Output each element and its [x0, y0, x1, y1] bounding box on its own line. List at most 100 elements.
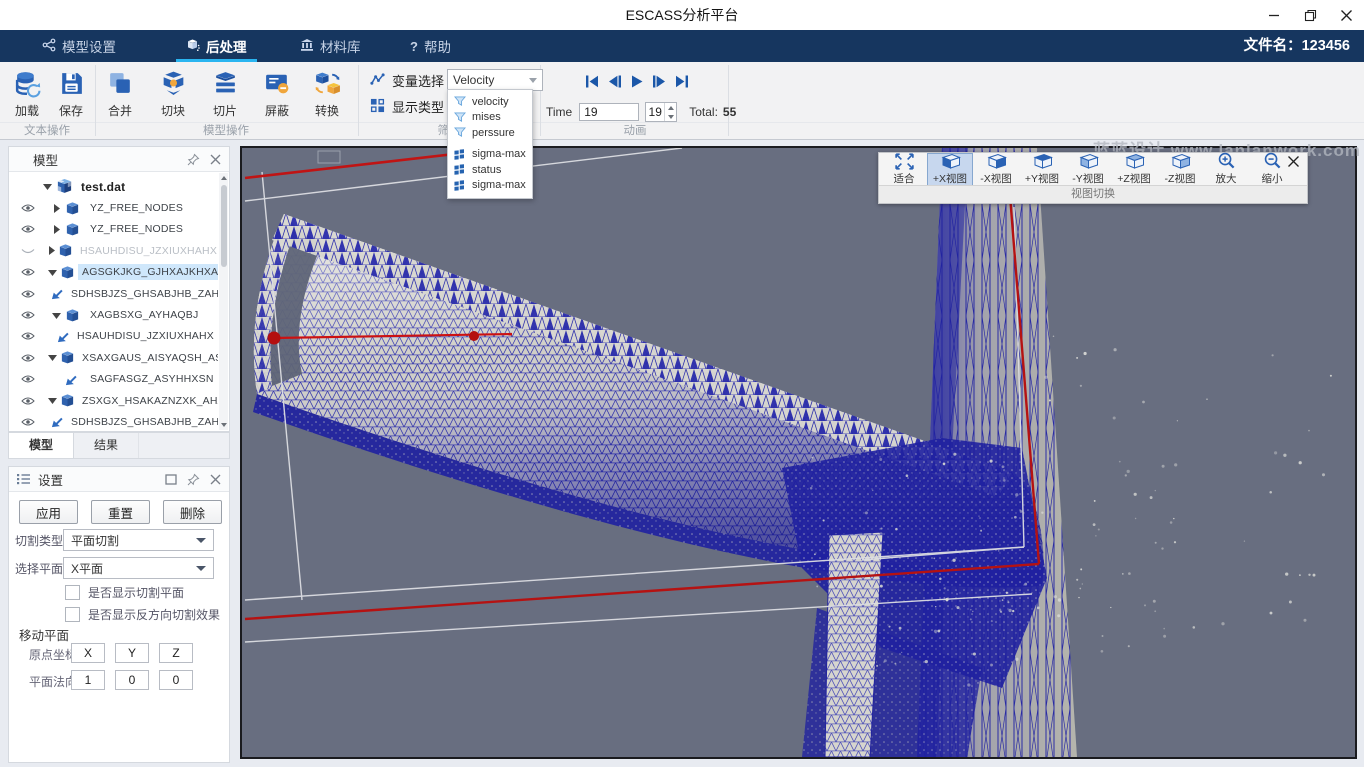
display-type-button[interactable]: 显示类型 — [370, 97, 444, 116]
slice-button[interactable]: 切片 — [202, 68, 248, 119]
variable-select-button[interactable]: 变量选择 — [370, 71, 444, 90]
eye-icon[interactable] — [21, 331, 35, 341]
eye-icon[interactable] — [21, 310, 37, 320]
maximize-icon[interactable] — [165, 474, 177, 485]
origin-y-input[interactable] — [115, 643, 149, 663]
eye-icon[interactable] — [21, 396, 35, 406]
variable-combo[interactable]: Velocity — [447, 69, 543, 91]
close-icon[interactable] — [210, 474, 221, 485]
frame-stepper[interactable]: 19 — [645, 102, 677, 122]
scroll-thumb[interactable] — [221, 185, 227, 267]
tree-row[interactable]: SAGFASGZ_ASYHHXSN — [9, 369, 218, 390]
close-icon[interactable] — [1338, 7, 1354, 23]
eye-icon[interactable] — [21, 203, 37, 213]
eye-icon[interactable] — [21, 374, 37, 384]
show-cut-plane-checkbox[interactable] — [65, 585, 80, 600]
nav-tab-model-settings[interactable]: 模型设置 — [42, 30, 116, 62]
save-button[interactable]: 保存 — [48, 68, 94, 119]
tree-node-label[interactable]: test.dat — [77, 178, 129, 196]
combo-option[interactable]: sigma-max — [448, 178, 532, 194]
delete-button[interactable]: 删除 — [163, 500, 222, 524]
combo-option[interactable]: perssure — [448, 125, 532, 141]
cut-type-select[interactable]: 平面切割 — [63, 529, 214, 551]
mesh-canvas[interactable] — [242, 148, 1355, 757]
pin-icon[interactable] — [187, 153, 200, 166]
nav-tab-help[interactable]: ? 帮助 — [410, 30, 451, 62]
normal-z-input[interactable] — [159, 670, 193, 690]
tab-model[interactable]: 模型 — [9, 433, 74, 458]
time-input[interactable] — [579, 103, 639, 121]
eye-icon[interactable] — [21, 417, 35, 427]
viewport-3d[interactable] — [240, 146, 1357, 759]
tree-row[interactable]: AGSGKJKG_GJHXAJKHXA — [9, 262, 218, 283]
expander-down-icon[interactable] — [41, 183, 53, 190]
cut-block-button[interactable]: 切块 — [150, 68, 196, 119]
expander-down-icon[interactable] — [48, 397, 57, 404]
eye-closed-icon[interactable] — [21, 246, 35, 256]
tree-node-label[interactable]: YZ_FREE_NODES — [86, 200, 187, 216]
combo-option[interactable]: sigma-max — [448, 147, 532, 163]
expander-down-icon[interactable] — [50, 312, 62, 319]
merge-button[interactable]: 合并 — [97, 68, 143, 119]
origin-x-input[interactable] — [71, 643, 105, 663]
step-forward-button[interactable] — [652, 75, 666, 88]
tree-node-label[interactable]: ZSXGX_HSAKAZNZXK_AHASX — [78, 393, 218, 409]
minimize-icon[interactable] — [1266, 7, 1282, 23]
zoom-in-button[interactable]: 放大 — [1203, 153, 1249, 186]
nav-tab-post-process[interactable]: 后处理 — [186, 30, 247, 62]
origin-z-input[interactable] — [159, 643, 193, 663]
tree-row[interactable]: XAGBSXG_AYHAQBJ — [9, 304, 218, 325]
reverse-cut-checkbox[interactable] — [65, 607, 80, 622]
tree-row[interactable]: test.dat — [9, 176, 218, 197]
view-plus-x-button[interactable]: +X视图 — [927, 153, 973, 186]
view-minus-z-button[interactable]: -Z视图 — [1157, 153, 1203, 186]
play-button[interactable] — [631, 75, 643, 88]
expander-right-icon[interactable] — [50, 225, 62, 234]
eye-icon[interactable] — [21, 289, 35, 299]
tree-node-label[interactable]: SAGFASGZ_ASYHHXSN — [86, 371, 218, 387]
expander-down-icon[interactable] — [48, 354, 57, 361]
tree-node-label[interactable]: HSAUHDISU_JZXIUXHAHX — [73, 328, 218, 344]
tree-scrollbar[interactable] — [219, 173, 228, 430]
tree-row[interactable]: XSAXGAUS_AISYAQSH_ASHX — [9, 347, 218, 368]
tree-node-label[interactable]: SDHSBJZS_GHSABJHB_ZAHU — [67, 286, 218, 302]
tree-node-label[interactable]: XAGBSXG_AYHAQBJ — [86, 307, 202, 323]
nav-tab-material-lib[interactable]: 材料库 — [300, 30, 361, 62]
tree-row[interactable]: HSAUHDISU_JZXIUXHAHX — [9, 326, 218, 347]
tree-node-label[interactable]: SDHSBJZS_GHSABJHB_ZAHU — [67, 414, 218, 430]
skip-start-button[interactable] — [585, 75, 599, 88]
tree-row[interactable]: YZ_FREE_NODES — [9, 219, 218, 240]
spin-down-icon[interactable] — [665, 112, 676, 121]
combo-option[interactable]: mises — [448, 110, 532, 126]
tree-node-label[interactable]: XSAXGAUS_AISYAQSH_ASHX — [78, 350, 218, 366]
skip-end-button[interactable] — [675, 75, 689, 88]
close-icon[interactable] — [210, 154, 221, 165]
expander-right-icon[interactable] — [50, 204, 62, 213]
plane-select[interactable]: X平面 — [63, 557, 214, 579]
tab-results[interactable]: 结果 — [74, 433, 139, 458]
tree-row[interactable]: SDHSBJZS_GHSABJHB_ZAHU — [9, 283, 218, 304]
tree-node-label[interactable]: AGSGKJKG_GJHXAJKHXA — [78, 264, 218, 280]
normal-x-input[interactable] — [71, 670, 105, 690]
scroll-up-icon[interactable] — [220, 174, 227, 182]
eye-icon[interactable] — [21, 353, 35, 363]
load-button[interactable]: 加载 — [4, 68, 50, 119]
scroll-down-icon[interactable] — [220, 421, 227, 429]
view-plus-y-button[interactable]: +Y视图 — [1019, 153, 1065, 186]
tree-node-label[interactable]: HSAUHDISU_JZXIUXHAHX — [76, 243, 218, 259]
normal-y-input[interactable] — [115, 670, 149, 690]
view-fit-button[interactable]: 适合 — [881, 153, 927, 186]
tree-row[interactable]: SDHSBJZS_GHSABJHB_ZAHU — [9, 411, 218, 431]
combo-option[interactable]: velocity — [448, 94, 532, 110]
step-back-button[interactable] — [608, 75, 622, 88]
expander-down-icon[interactable] — [48, 269, 57, 276]
spin-up-icon[interactable] — [665, 103, 676, 112]
eye-icon[interactable] — [21, 267, 35, 277]
view-minus-y-button[interactable]: -Y视图 — [1065, 153, 1111, 186]
apply-button[interactable]: 应用 — [19, 500, 78, 524]
close-icon[interactable] — [1287, 155, 1300, 168]
pin-icon[interactable] — [187, 473, 200, 486]
eye-icon[interactable] — [21, 224, 37, 234]
mask-button[interactable]: 屏蔽 — [254, 68, 300, 119]
tree-row[interactable]: HSAUHDISU_JZXIUXHAHX — [9, 240, 218, 261]
